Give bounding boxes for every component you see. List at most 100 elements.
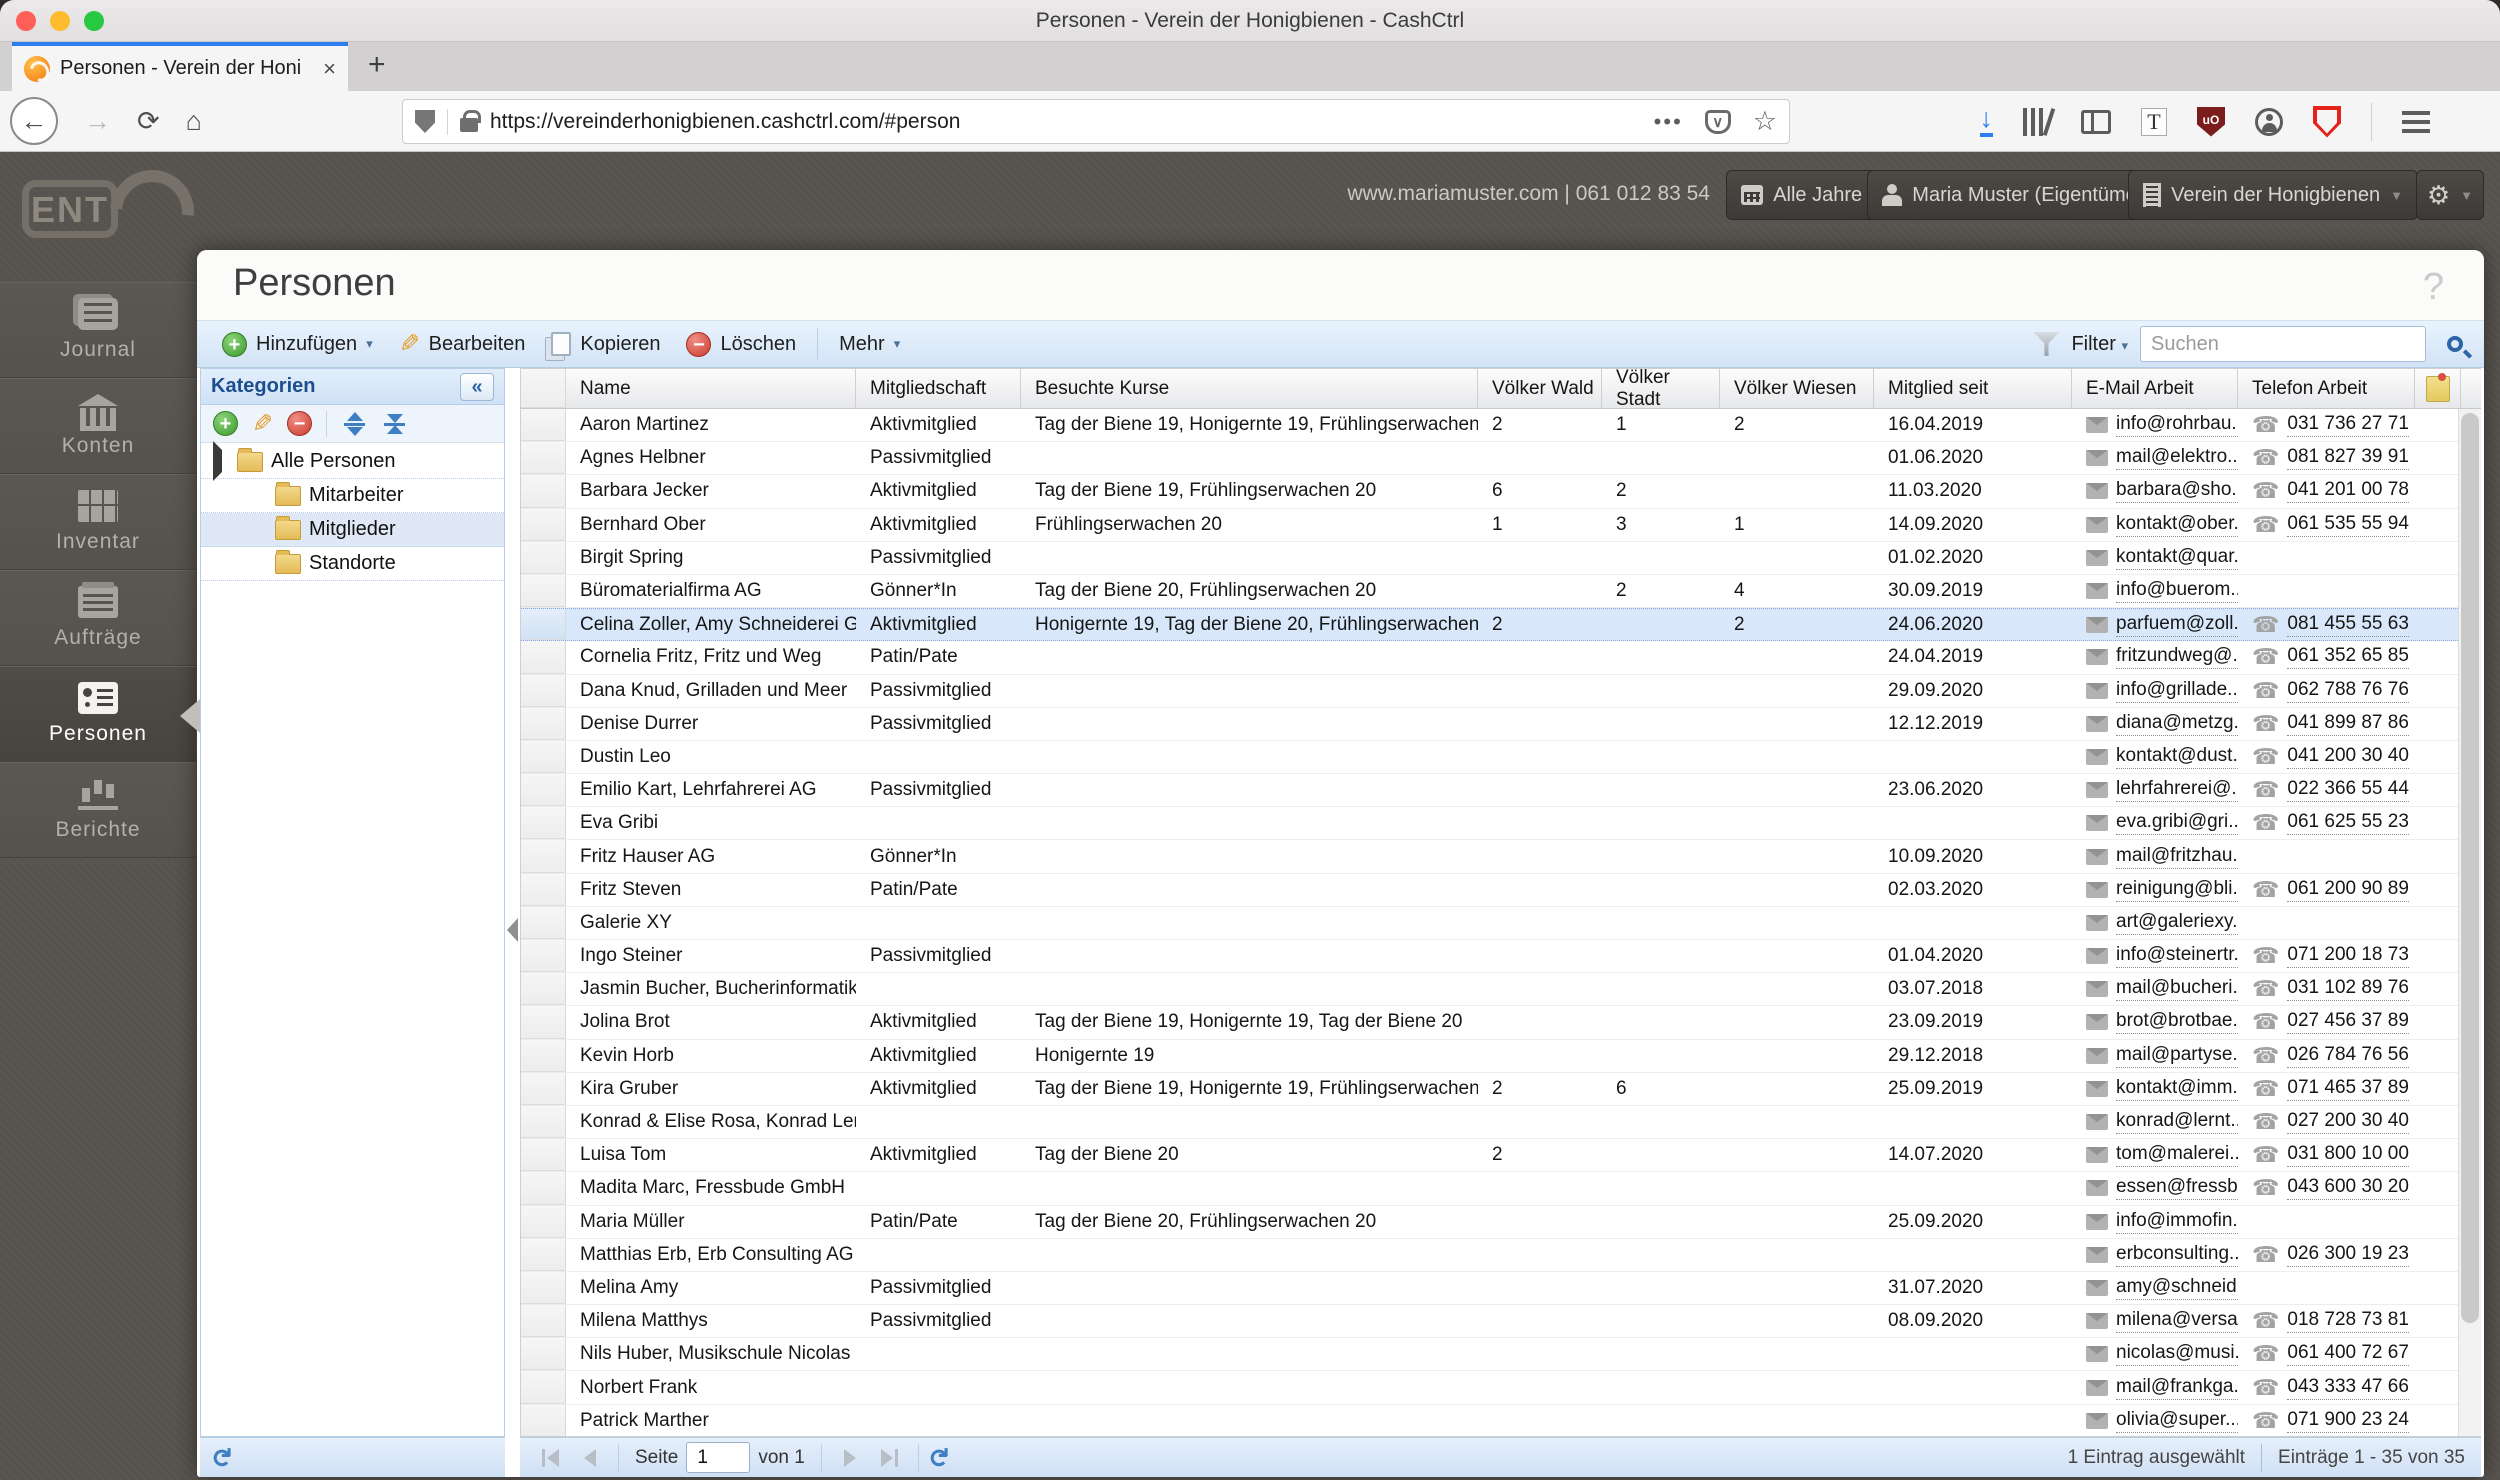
phone-link[interactable]: 043 333 47 66	[2287, 1376, 2409, 1400]
email-link[interactable]: info@buerom...	[2116, 579, 2238, 604]
page-number-input[interactable]: 1	[686, 1442, 751, 1473]
email-link[interactable]: essen@fressb...	[2116, 1176, 2238, 1201]
sidebar-toggle-icon[interactable]	[2081, 109, 2111, 134]
phone-link[interactable]: 027 200 30 40	[2287, 1110, 2409, 1135]
email-link[interactable]: mail@elektro...	[2116, 446, 2238, 471]
forward-button[interactable]: →	[84, 106, 111, 137]
delete-button[interactable]: − Löschen	[673, 324, 809, 364]
email-link[interactable]: kontakt@ober...	[2116, 513, 2238, 537]
email-link[interactable]: fritzundweg@...	[2116, 645, 2238, 670]
more-button[interactable]: Mehr ▾	[826, 324, 913, 364]
table-row[interactable]: Luisa Tom Aktivmitglied Tag der Biene 20 2 1…	[521, 1139, 2458, 1173]
phone-link[interactable]: 043 600 30 20	[2287, 1176, 2409, 1201]
email-link[interactable]: milena@versa...	[2116, 1309, 2238, 1334]
tab-close-icon[interactable]: ×	[323, 56, 336, 82]
url-bar[interactable]: https://vereinderhonigbienen.cashctrl.co…	[402, 99, 1790, 144]
table-row[interactable]: Dana Knud, Grilladen und Meer Passivmitgl…	[521, 674, 2458, 708]
email-link[interactable]: mail@fritzhau...	[2116, 845, 2238, 869]
column-header-voelker-wiesen[interactable]: Völker Wiesen	[1720, 369, 1874, 408]
first-page-button[interactable]	[533, 1443, 567, 1473]
table-row[interactable]: Madita Marc, Fressbude GmbH essen@fressb.…	[521, 1172, 2458, 1206]
phone-link[interactable]: 026 784 76 56	[2287, 1044, 2409, 1068]
phone-link[interactable]: 061 352 65 85	[2287, 645, 2409, 670]
sidebar-item-personen[interactable]: Personen	[0, 666, 200, 762]
bookmark-star-icon[interactable]: ☆	[1753, 106, 1777, 137]
table-row[interactable]: Fritz Hauser AG Gönner*In 10.09.2020 mail@f…	[521, 840, 2458, 874]
phone-link[interactable]: 061 625 55 23	[2287, 811, 2409, 836]
phone-link[interactable]: 071 465 37 89	[2287, 1077, 2409, 1101]
phone-link[interactable]: 022 366 55 44	[2287, 778, 2409, 803]
column-header-telefon[interactable]: Telefon Arbeit	[2238, 369, 2415, 408]
column-header-voelker-stadt[interactable]: Völker Stadt	[1602, 367, 1720, 410]
table-row[interactable]: Birgit Spring Passivmitglied 01.02.2020 kon…	[521, 541, 2458, 575]
table-row[interactable]: Maria Müller Patin/Pate Tag der Biene 20, …	[521, 1205, 2458, 1239]
email-link[interactable]: info@immofin...	[2116, 1210, 2238, 1234]
column-header-kurse[interactable]: Besuchte Kurse	[1021, 369, 1478, 408]
add-category-button[interactable]: +	[213, 411, 238, 436]
sidebar-item-journal[interactable]: Journal	[0, 282, 196, 378]
settings-button[interactable]: ⚙ ▼	[2415, 170, 2484, 220]
table-row[interactable]: Kira Gruber Aktivmitglied Tag der Biene 19…	[521, 1072, 2458, 1106]
new-tab-button[interactable]: +	[368, 48, 386, 82]
table-row[interactable]: Dustin Leo kontakt@dust... ☎ 041 200 30 40	[521, 740, 2458, 775]
email-link[interactable]: amy@schneid...	[2116, 1276, 2238, 1300]
table-row[interactable]: Nils Huber, Musikschule Nicolas nicolas@m…	[521, 1338, 2458, 1372]
sidebar-item-inventar[interactable]: Inventar	[0, 474, 196, 570]
next-page-button[interactable]	[833, 1443, 867, 1473]
table-row[interactable]: Jolina Brot Aktivmitglied Tag der Biene 19…	[521, 1006, 2458, 1040]
lock-icon[interactable]	[460, 109, 481, 132]
last-page-button[interactable]	[873, 1443, 907, 1473]
expand-all-button[interactable]	[341, 411, 367, 437]
email-link[interactable]: mail@frankga...	[2116, 1376, 2238, 1400]
email-link[interactable]: lehrfahrerei@...	[2116, 778, 2238, 803]
phone-link[interactable]: 061 535 55 94	[2287, 513, 2409, 537]
category-standorte[interactable]: Standorte	[201, 547, 504, 581]
table-row[interactable]: Milena Matthys Passivmitglied 08.09.2020 mi…	[521, 1305, 2458, 1339]
email-link[interactable]: barbara@sho...	[2116, 479, 2238, 504]
library-icon[interactable]	[2023, 107, 2056, 136]
table-row[interactable]: Cornelia Fritz, Fritz und Weg Patin/Pate 2…	[521, 641, 2458, 675]
email-link[interactable]: reinigung@bli...	[2116, 878, 2238, 902]
ublock-icon[interactable]: uO	[2197, 106, 2225, 137]
email-link[interactable]: kontakt@imm...	[2116, 1077, 2238, 1101]
menu-icon[interactable]	[2402, 110, 2430, 133]
previous-page-button[interactable]	[573, 1443, 607, 1473]
table-row[interactable]: Galerie XY art@galeriexy...	[521, 906, 2458, 940]
reload-button[interactable]: ⟳	[137, 106, 160, 137]
column-header-mitgliedschaft[interactable]: Mitgliedschaft	[856, 369, 1021, 408]
category-alle-personen[interactable]: Alle Personen	[201, 441, 504, 481]
delete-category-button[interactable]: −	[286, 411, 312, 436]
filter-button[interactable]: Filter ▾	[2071, 333, 2128, 356]
email-link[interactable]: info@rohrbau...	[2116, 413, 2238, 438]
phone-link[interactable]: 027 456 37 89	[2287, 1010, 2409, 1035]
vertical-scrollbar[interactable]	[2458, 409, 2481, 1436]
table-row[interactable]: Bernhard Ober Aktivmitglied Frühlingserwac…	[521, 508, 2458, 542]
url-text[interactable]: https://vereinderhonigbienen.cashctrl.co…	[490, 110, 960, 134]
phone-link[interactable]: 026 300 19 23	[2287, 1243, 2409, 1267]
browser-tab[interactable]: Personen - Verein der Honigbie ×	[12, 42, 348, 91]
phone-link[interactable]: 041 899 87 86	[2287, 712, 2409, 736]
edit-category-button[interactable]: ✎	[252, 409, 273, 439]
table-row[interactable]: Matthias Erb, Erb Consulting AG erbconsul…	[521, 1238, 2458, 1272]
table-row[interactable]: Celina Zoller, Amy Schneiderei G... Aktiv…	[521, 608, 2458, 642]
phone-link[interactable]: 041 201 00 78	[2287, 479, 2409, 504]
search-input[interactable]: Suchen	[2140, 326, 2426, 362]
table-row[interactable]: Melina Amy Passivmitglied 31.07.2020 amy@sc…	[521, 1271, 2458, 1306]
sidebar-item-berichte[interactable]: Berichte	[0, 762, 196, 858]
scrollbar-thumb[interactable]	[2461, 413, 2479, 1323]
back-button[interactable]: ←	[10, 97, 58, 145]
phone-link[interactable]: 081 827 39 91	[2287, 446, 2409, 471]
phone-link[interactable]: 041 200 30 40	[2287, 745, 2409, 769]
tree-expander-icon[interactable]	[213, 441, 222, 481]
pocket-icon[interactable]: ∨	[1704, 109, 1731, 134]
table-row[interactable]: Ingo Steiner Passivmitglied 01.04.2020 info…	[521, 940, 2458, 974]
organization-button[interactable]: Verein der Honigbienen ▼	[2128, 170, 2418, 220]
downloads-icon[interactable]: ↓	[1979, 104, 1993, 137]
collapse-all-button[interactable]	[381, 411, 407, 437]
email-link[interactable]: nicolas@musi...	[2116, 1342, 2238, 1367]
phone-link[interactable]: 031 800 10 00	[2287, 1143, 2409, 1168]
refresh-categories-icon[interactable]: ↻	[205, 1447, 236, 1469]
copy-button[interactable]: Kopieren	[538, 324, 673, 364]
text-extension-icon[interactable]: T	[2141, 107, 2167, 136]
email-link[interactable]: erbconsulting...	[2116, 1243, 2238, 1267]
